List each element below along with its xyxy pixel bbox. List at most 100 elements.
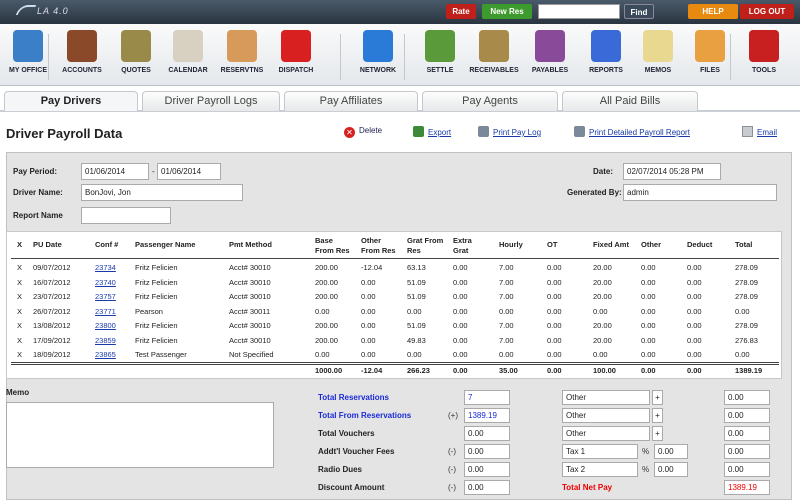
toolbar-dispatch-button[interactable]: DISPATCH — [270, 30, 322, 74]
email-action[interactable]: Email — [742, 126, 777, 137]
toolbar-reports-button[interactable]: REPORTS — [580, 30, 632, 74]
memo-textarea[interactable] — [6, 402, 274, 468]
find-button[interactable]: Find — [624, 4, 654, 19]
radio-dues-value[interactable]: 0.00 — [464, 462, 510, 477]
conf-link[interactable]: 23865 — [95, 350, 116, 359]
conf-link[interactable]: 23771 — [95, 307, 116, 316]
generated-by-input[interactable]: admin — [623, 184, 777, 201]
print-pay-log-action[interactable]: Print Pay Log — [478, 126, 541, 137]
conf-link[interactable]: 23800 — [95, 321, 116, 330]
tax-1-rate[interactable]: 0.00 — [654, 444, 688, 459]
other-3-name[interactable]: Other — [562, 426, 650, 441]
tax-2-name[interactable]: Tax 2 — [562, 462, 638, 477]
other-1-sign[interactable]: + — [652, 390, 663, 405]
discount-amount-value[interactable]: 0.00 — [464, 480, 510, 495]
cell-total: 278.09 — [735, 263, 758, 272]
new-res-button[interactable]: New Res — [482, 4, 532, 19]
help-button[interactable]: HELP — [688, 4, 738, 19]
tax-1-name[interactable]: Tax 1 — [562, 444, 638, 459]
toolbar-payables-button[interactable]: PAYABLES — [524, 30, 576, 74]
total-reservations-value[interactable]: 7 — [464, 390, 510, 405]
remove-row-button[interactable]: X — [17, 336, 22, 345]
cell-base: 200.00 — [315, 321, 338, 330]
cell-deduct: 0.00 — [687, 321, 702, 330]
total-from-res-value[interactable]: 1389.19 — [464, 408, 510, 423]
cell-fixed: 20.00 — [593, 335, 612, 345]
total-vouchers-label: Total Vouchers — [318, 429, 375, 438]
remove-row-button[interactable]: X — [17, 278, 22, 287]
print-detailed-action[interactable]: Print Detailed Payroll Report — [574, 126, 690, 137]
toolbar-my-office-button[interactable]: MY OFFICE — [2, 30, 54, 74]
app-logo: LA 4.0 — [15, 5, 69, 16]
pay-period-to-input[interactable]: 01/06/2014 — [157, 163, 221, 180]
conf-link[interactable]: 23859 — [95, 336, 116, 345]
toolbar-calendar-button[interactable]: CALENDAR — [162, 30, 214, 74]
tab-all-paid-bills[interactable]: All Paid Bills — [562, 91, 698, 111]
total-vouchers-value[interactable]: 0.00 — [464, 426, 510, 441]
toolbar-label: NETWORK — [359, 67, 397, 74]
toolbar-network-button[interactable]: NETWORK — [352, 30, 404, 74]
toolbar-quotes-button[interactable]: QUOTES — [110, 30, 162, 74]
tax-2-value[interactable]: 0.00 — [724, 462, 770, 477]
logo-swoosh-icon — [15, 5, 37, 15]
toolbar-files-button[interactable]: FILES — [684, 30, 736, 74]
toolbar-label: REPORTS — [589, 67, 623, 74]
total-net-pay-value[interactable]: 1389.19 — [724, 480, 770, 495]
conf-link[interactable]: 23734 — [95, 263, 116, 272]
toolbar-settle-button[interactable]: SETTLE — [414, 30, 466, 74]
conf-link[interactable]: 23757 — [95, 292, 116, 301]
report-name-label: Report Name — [13, 211, 63, 220]
toolbar-separator — [340, 34, 341, 80]
conf-link[interactable]: 23740 — [95, 278, 116, 287]
tab-driver-payroll-logs[interactable]: Driver Payroll Logs — [142, 91, 280, 111]
other-1-name[interactable]: Other — [562, 390, 650, 405]
export-action[interactable]: Export — [413, 126, 451, 137]
pay-period-from-input[interactable]: 01/06/2014 — [81, 163, 149, 180]
total-from-res-op: (+) — [448, 411, 458, 420]
other-3-value[interactable]: 0.00 — [724, 426, 770, 441]
cell-extra: 0.00 — [453, 350, 468, 359]
remove-row-button[interactable]: X — [17, 350, 22, 359]
logout-button[interactable]: LOG OUT — [740, 4, 794, 19]
tax-2-rate[interactable]: 0.00 — [654, 462, 688, 477]
delete-action[interactable]: ✕ Delete — [344, 126, 382, 138]
inbox-tray-icon — [479, 30, 509, 62]
report-name-input[interactable] — [81, 207, 171, 224]
cell-extra: 0.00 — [453, 306, 468, 316]
toolbar-receivables-button[interactable]: RECEIVABLES — [468, 30, 520, 74]
tax-1-value[interactable]: 0.00 — [724, 444, 770, 459]
tab-pay-agents[interactable]: Pay Agents — [422, 91, 558, 111]
generated-by-label: Generated By: — [567, 188, 622, 197]
toolbar-reservtns-button[interactable]: RESERVTNS — [216, 30, 268, 74]
remove-row-button[interactable]: X — [17, 307, 22, 316]
other-3-sign[interactable]: + — [652, 426, 663, 441]
remove-row-button[interactable]: X — [17, 321, 22, 330]
cell-deduct: 0.00 — [687, 277, 702, 287]
tab-pay-affiliates[interactable]: Pay Affiliates — [284, 91, 418, 111]
cell-grat: 51.09 — [407, 321, 426, 330]
toolbar-label: DISPATCH — [278, 67, 314, 74]
toolbar-accounts-button[interactable]: ACCOUNTS — [56, 30, 108, 74]
total-total: 1389.19 — [735, 366, 763, 375]
date-input[interactable]: 02/07/2014 05:28 PM — [623, 163, 721, 180]
remove-row-button[interactable]: X — [17, 292, 22, 301]
search-input[interactable] — [538, 4, 620, 19]
other-2-value[interactable]: 0.00 — [724, 408, 770, 423]
cell-pu: 26/07/2012 — [33, 306, 71, 316]
total-extra: 0.00 — [453, 366, 468, 375]
tab-pay-drivers[interactable]: Pay Drivers — [4, 91, 138, 111]
red-car-icon — [281, 30, 311, 62]
remove-row-button[interactable]: X — [17, 263, 22, 272]
cell-fixed: 0.00 — [593, 350, 608, 359]
toolbar-memos-button[interactable]: MEMOS — [632, 30, 684, 74]
cell-ot: 0.00 — [547, 263, 562, 272]
addtl-voucher-fees-value[interactable]: 0.00 — [464, 444, 510, 459]
toolbar-tools-button[interactable]: TOOLS — [738, 30, 790, 74]
rate-button[interactable]: Rate — [446, 4, 476, 19]
toolbar-label: ACCOUNTS — [62, 67, 102, 74]
other-2-name[interactable]: Other — [562, 408, 650, 423]
other-1-value[interactable]: 0.00 — [724, 390, 770, 405]
driver-name-input[interactable]: BonJovi, Jon — [81, 184, 243, 201]
other-2-sign[interactable]: + — [652, 408, 663, 423]
wrench-screwdriver-icon — [749, 30, 779, 62]
